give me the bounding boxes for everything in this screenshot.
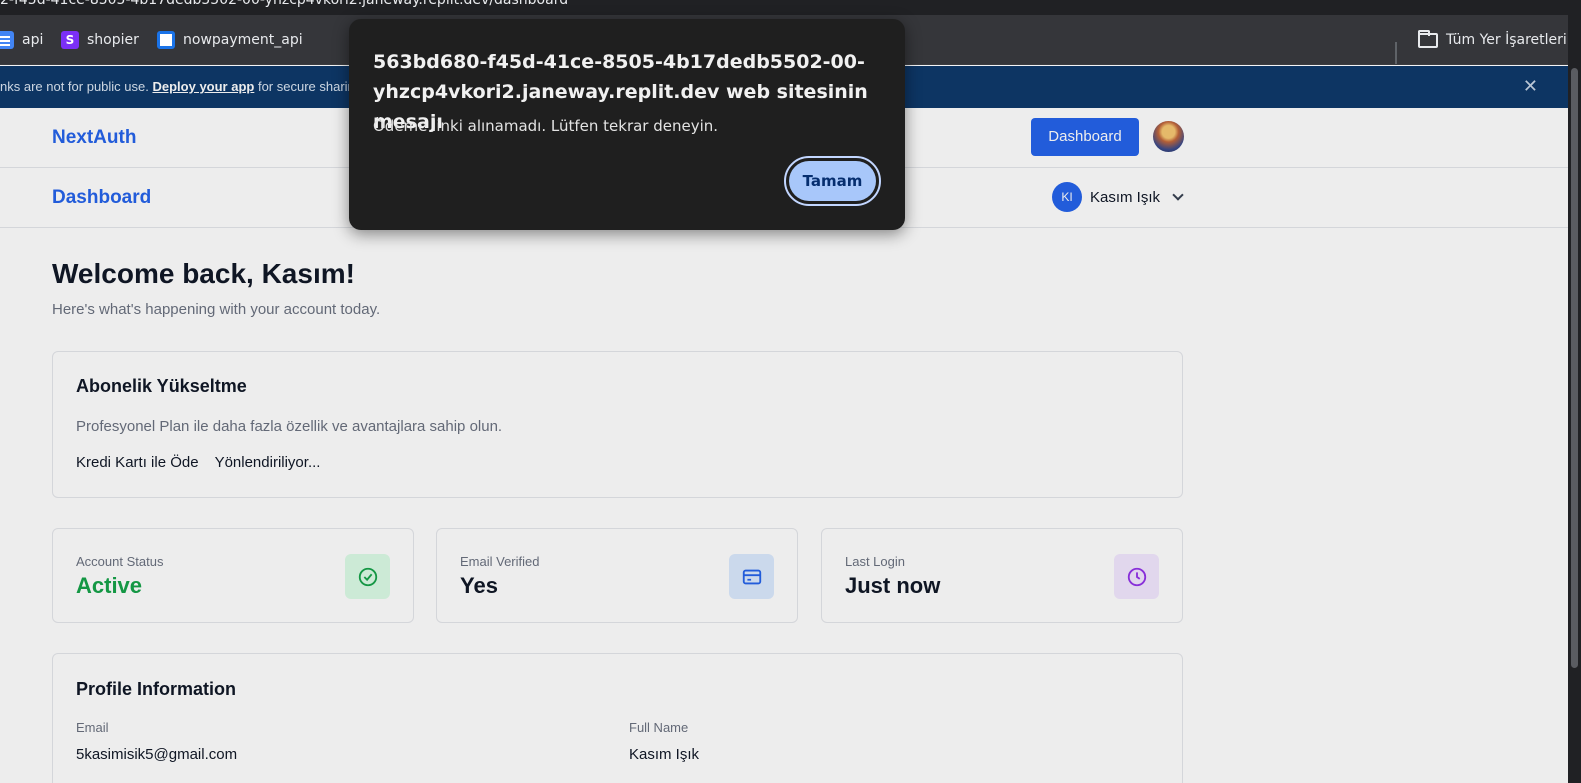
all-bookmarks-folder[interactable]: Tüm Yer İşaretleri (1418, 29, 1567, 50)
folder-label: Tüm Yer İşaretleri (1446, 32, 1567, 48)
nowpayment-icon (157, 31, 175, 49)
browser-address-bar[interactable]: 2-f45d-41ce-8505-4b17dedb5502-00-yhzcp4v… (0, 0, 1568, 15)
bookmarks-divider (1395, 42, 1397, 64)
ok-button[interactable]: Tamam (784, 156, 881, 206)
address-url[interactable]: 2-f45d-41ce-8505-4b17dedb5502-00-yhzcp4v… (0, 0, 568, 8)
folder-icon (1418, 29, 1438, 48)
bookmark-api[interactable]: api (0, 30, 43, 50)
bookmark-label: nowpayment_api (183, 32, 303, 48)
ok-button-label: Tamam (789, 161, 876, 201)
bookmark-nowpayment-api[interactable]: nowpayment_api (157, 30, 303, 50)
alert-dialog: 563bd680-f45d-41ce-8505-4b17dedb5502-00-… (349, 19, 905, 230)
page-scrollbar[interactable] (1568, 0, 1581, 783)
dialog-message: Ödeme linki alınamadı. Lütfen tekrar den… (373, 117, 719, 135)
docs-icon (0, 31, 14, 49)
bookmark-label: api (22, 32, 44, 48)
bookmark-shopier[interactable]: S shopier (61, 30, 139, 50)
bookmark-label: shopier (87, 32, 139, 48)
scrollbar-thumb[interactable] (1571, 68, 1578, 668)
shopier-icon: S (61, 31, 79, 49)
